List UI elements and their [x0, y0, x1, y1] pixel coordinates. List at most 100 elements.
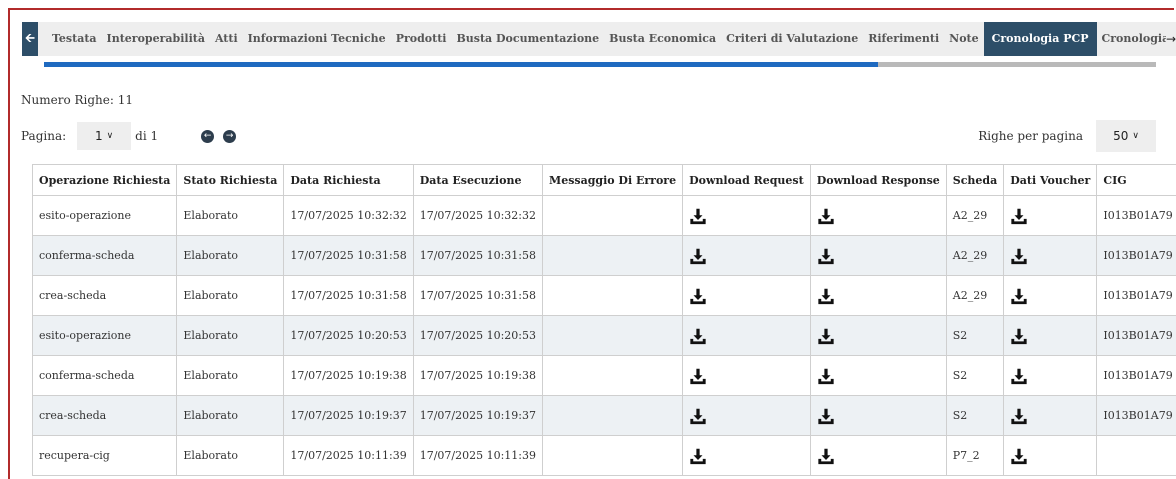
download-icon[interactable]: [1010, 447, 1028, 465]
cell-cig: I013B01A79: [1096, 195, 1176, 236]
dati-voucher[interactable]: [1003, 435, 1098, 476]
download-request[interactable]: [682, 235, 811, 276]
download-icon[interactable]: [817, 407, 835, 425]
col-header[interactable]: Scheda: [945, 164, 1005, 196]
dati-voucher[interactable]: [1003, 235, 1098, 276]
table-header-row: Operazione Richiesta Stato Richiesta Dat…: [31, 164, 1176, 196]
col-header[interactable]: Messaggio Di Errore: [542, 164, 684, 196]
circle-arrow-right-icon[interactable]: →: [223, 129, 237, 143]
table-row[interactable]: conferma-scheda Elaborato 17/07/2025 10:19…: [31, 355, 1176, 396]
col-header[interactable]: Download Request: [682, 164, 811, 196]
tab-testata[interactable]: Testata: [38, 22, 102, 56]
cell-scheda: S2: [945, 355, 1005, 396]
rows-per-page-select[interactable]: 50 ∨: [1096, 120, 1156, 152]
dati-voucher[interactable]: [1003, 355, 1098, 396]
col-header[interactable]: Data Richiesta: [283, 164, 414, 196]
tab-cronologia[interactable]: Cronologia: [1097, 22, 1175, 56]
download-icon[interactable]: [1010, 287, 1028, 305]
download-response[interactable]: [809, 355, 947, 396]
download-icon[interactable]: [1010, 247, 1028, 265]
tab-note[interactable]: Note: [944, 22, 983, 56]
download-icon[interactable]: [817, 447, 835, 465]
tab-prodotti[interactable]: Prodotti: [391, 22, 452, 56]
cell-cig: [1096, 435, 1176, 476]
download-request[interactable]: [682, 195, 811, 236]
col-header[interactable]: Download Response: [809, 164, 947, 196]
download-response[interactable]: [809, 435, 947, 476]
tab-busta-documentazione[interactable]: Busta Documentazione: [451, 22, 604, 56]
cell-status: Elaborato: [176, 275, 285, 316]
download-request[interactable]: [682, 435, 811, 476]
cell-operation: recupera-cig: [31, 435, 178, 476]
pagination: Pagina: 1 ∨ di 1 ← →: [21, 122, 237, 150]
tab-cronologia-pcp[interactable]: Cronologia PCP: [983, 22, 1097, 56]
download-request[interactable]: [682, 315, 811, 356]
dati-voucher[interactable]: [1003, 395, 1098, 436]
page-select[interactable]: 1 ∨: [77, 122, 132, 150]
table-row[interactable]: recupera-cig Elaborato 17/07/2025 10:11:39…: [31, 435, 1176, 476]
page-value: 1: [95, 129, 103, 143]
tab-atti[interactable]: Atti: [210, 22, 243, 56]
download-response[interactable]: [809, 275, 947, 316]
tab-riferimenti[interactable]: Riferimenti: [863, 22, 944, 56]
cell-status: Elaborato: [176, 235, 285, 276]
tab-scroll-thumb[interactable]: [44, 62, 878, 67]
download-response[interactable]: [809, 195, 947, 236]
download-icon[interactable]: [1010, 327, 1028, 345]
table-row[interactable]: esito-operazione Elaborato 17/07/2025 10:3…: [31, 195, 1176, 236]
download-icon[interactable]: [1010, 407, 1028, 425]
download-icon[interactable]: [689, 207, 707, 225]
download-icon[interactable]: [817, 247, 835, 265]
download-icon[interactable]: [689, 447, 707, 465]
cell-execution-date: 17/07/2025 10:19:37: [412, 395, 544, 436]
table-row[interactable]: esito-operazione Elaborato 17/07/2025 10:2…: [31, 315, 1176, 356]
cell-operation: esito-operazione: [31, 195, 178, 236]
cell-error-message: [542, 355, 684, 396]
dati-voucher[interactable]: [1003, 195, 1098, 236]
dati-voucher[interactable]: [1003, 315, 1098, 356]
rows-count: Numero Righe: 11: [21, 93, 133, 107]
download-icon[interactable]: [817, 207, 835, 225]
col-header[interactable]: Data Esecuzione: [412, 164, 544, 196]
cell-status: Elaborato: [176, 195, 285, 236]
arrow-right-icon[interactable]: →: [1166, 22, 1176, 56]
rows-per-page: Righe per pagina 50 ∨: [978, 120, 1156, 152]
download-icon[interactable]: [817, 287, 835, 305]
dati-voucher[interactable]: [1003, 275, 1098, 316]
download-response[interactable]: [809, 315, 947, 356]
download-icon[interactable]: [689, 247, 707, 265]
cell-request-date: 17/07/2025 10:19:37: [283, 395, 414, 436]
col-header[interactable]: Operazione Richiesta: [31, 164, 178, 196]
download-icon[interactable]: [689, 367, 707, 385]
table-row[interactable]: conferma-scheda Elaborato 17/07/2025 10:31…: [31, 235, 1176, 276]
download-icon[interactable]: [689, 327, 707, 345]
cell-error-message: [542, 315, 684, 356]
download-request[interactable]: [682, 275, 811, 316]
col-header[interactable]: CIG: [1096, 164, 1176, 196]
download-icon[interactable]: [1010, 367, 1028, 385]
download-icon[interactable]: [1010, 207, 1028, 225]
tab-scroll-track[interactable]: [44, 62, 1156, 67]
table-row[interactable]: crea-scheda Elaborato 17/07/2025 10:31:58 1…: [31, 275, 1176, 316]
cell-status: Elaborato: [176, 435, 285, 476]
download-response[interactable]: [809, 235, 947, 276]
arrow-left-icon[interactable]: 🡨: [22, 22, 38, 56]
tab-informazioni-tecniche[interactable]: Informazioni Tecniche: [243, 22, 391, 56]
col-header[interactable]: Stato Richiesta: [176, 164, 285, 196]
download-icon[interactable]: [689, 407, 707, 425]
circle-arrow-left-icon[interactable]: ←: [201, 129, 215, 143]
cell-operation: crea-scheda: [31, 395, 178, 436]
download-icon[interactable]: [689, 287, 707, 305]
cell-cig: I013B01A79: [1096, 395, 1176, 436]
tab-busta-economica[interactable]: Busta Economica: [604, 22, 721, 56]
tab-criteri-di-valutazione[interactable]: Criteri di Valutazione: [721, 22, 863, 56]
download-request[interactable]: [682, 355, 811, 396]
download-icon[interactable]: [817, 327, 835, 345]
table-row[interactable]: crea-scheda Elaborato 17/07/2025 10:19:37 1…: [31, 395, 1176, 436]
download-icon[interactable]: [817, 367, 835, 385]
cell-scheda: A2_29: [945, 275, 1005, 316]
download-response[interactable]: [809, 395, 947, 436]
col-header[interactable]: Dati Voucher: [1003, 164, 1098, 196]
download-request[interactable]: [682, 395, 811, 436]
tab-interoperabilit[interactable]: Interoperabilità: [102, 22, 210, 56]
